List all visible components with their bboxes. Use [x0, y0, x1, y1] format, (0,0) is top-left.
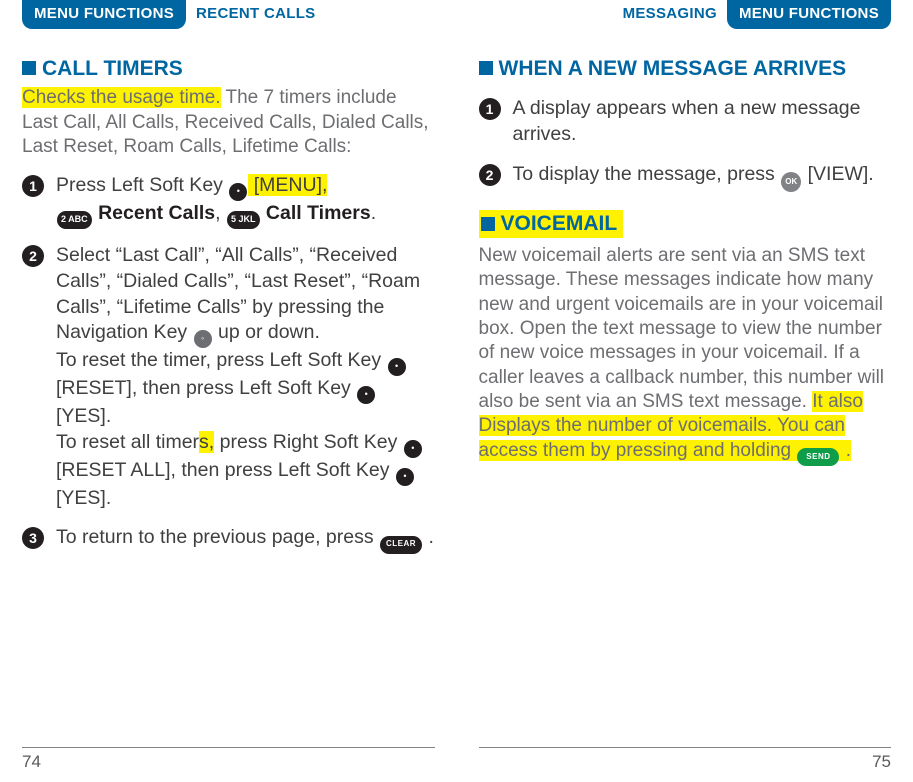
- step3-text-a: To return to the previous page, press: [56, 526, 379, 548]
- step-number-icon: 1: [479, 98, 501, 120]
- menu-functions-tab-right: MENU FUNCTIONS: [727, 0, 891, 29]
- left-content: CALL TIMERS Checks the usage time. The 7…: [22, 56, 435, 768]
- soft-key-icon: •: [388, 358, 406, 376]
- call-timers-intro: Checks the usage time. The 7 timers incl…: [22, 86, 435, 159]
- step1-highlight: [MENU],: [248, 174, 327, 196]
- soft-key-icon: •: [396, 468, 414, 486]
- step1-bold-a: Recent Calls: [93, 202, 215, 224]
- right-content: WHEN A NEW MESSAGE ARRIVES 1 A display a…: [479, 56, 892, 768]
- step-2: 2 Select “Last Call”, “All Calls”, “Rece…: [22, 243, 435, 511]
- step2-text-e: [YES].: [56, 405, 111, 427]
- voicemail-title: VOICEMAIL: [501, 212, 618, 236]
- step-3-body: To return to the previous page, press CL…: [56, 525, 434, 553]
- send-key-icon: SEND: [797, 448, 839, 466]
- step1-bold-b: Call Timers: [261, 202, 371, 224]
- left-header: MENU FUNCTIONS RECENT CALLS: [22, 0, 435, 34]
- soft-key-icon: •: [357, 386, 375, 404]
- right-header: MESSAGING MENU FUNCTIONS: [479, 0, 892, 34]
- call-timers-heading: CALL TIMERS: [22, 56, 435, 82]
- step1-text-a: Press Left Soft Key: [56, 174, 228, 196]
- r-step2-text-a: To display the message, press: [513, 163, 781, 185]
- step2-text-i: [RESET ALL], then press Left Soft Key: [56, 459, 395, 481]
- step-number-icon: 2: [22, 245, 44, 267]
- step1-text-f: .: [371, 202, 376, 224]
- r-step-1: 1 A display appears when a new message a…: [479, 96, 892, 147]
- intro-highlight: Checks the usage time.: [22, 87, 221, 108]
- step2-text-f: To reset all timer: [56, 431, 199, 453]
- page-number-right: 75: [872, 752, 891, 772]
- step-3: 3 To return to the previous page, press …: [22, 525, 435, 553]
- step-number-icon: 1: [22, 175, 44, 197]
- menu-functions-tab-left: MENU FUNCTIONS: [22, 0, 186, 29]
- vm-text-a: New voicemail alerts are sent via an SMS…: [479, 245, 885, 412]
- page-number-left: 74: [22, 752, 41, 772]
- square-bullet-icon: [479, 61, 493, 75]
- step2-text-d: [RESET], then press Left Soft Key: [56, 377, 356, 399]
- square-bullet-icon: [22, 61, 36, 75]
- navigation-key-icon: ◦: [194, 330, 212, 348]
- step2-highlight: s,: [199, 431, 214, 453]
- vm-highlight-2: .: [840, 440, 851, 461]
- messaging-label: MESSAGING: [613, 0, 727, 22]
- r-step-1-body: A display appears when a new message arr…: [513, 96, 892, 147]
- recent-calls-label: RECENT CALLS: [186, 0, 325, 22]
- call-timers-title: CALL TIMERS: [42, 56, 183, 82]
- step-number-icon: 2: [479, 164, 501, 186]
- r-step-2-body: To display the message, press OK [VIEW].: [513, 162, 874, 192]
- step2-text-h: press Right Soft Key: [214, 431, 403, 453]
- voicemail-paragraph: New voicemail alerts are sent via an SMS…: [479, 244, 892, 466]
- right-page: MESSAGING MENU FUNCTIONS WHEN A NEW MESS…: [457, 0, 913, 782]
- left-page: MENU FUNCTIONS RECENT CALLS CALL TIMERS …: [0, 0, 457, 782]
- step3-text-b: .: [423, 526, 434, 548]
- square-bullet-icon: [481, 217, 495, 231]
- voicemail-heading: VOICEMAIL: [479, 210, 624, 238]
- new-message-title: WHEN A NEW MESSAGE ARRIVES: [499, 56, 847, 82]
- new-message-heading: WHEN A NEW MESSAGE ARRIVES: [479, 56, 892, 82]
- step2-text-c: To reset the timer, press Left Soft Key: [56, 349, 387, 371]
- step-2-body: Select “Last Call”, “All Calls”, “Receiv…: [56, 243, 435, 511]
- clear-key-icon: CLEAR: [380, 536, 422, 554]
- step1-text-d: ,: [215, 202, 226, 224]
- r-step-2: 2 To display the message, press OK [VIEW…: [479, 162, 892, 192]
- ok-key-icon: OK: [781, 172, 801, 192]
- footer-rule: [22, 747, 435, 748]
- vm-highlight-icon-wrap: SEND: [796, 440, 840, 461]
- step-1: 1 Press Left Soft Key • [MENU], 2 ABC Re…: [22, 173, 435, 229]
- key-5-icon: 5 JKL: [227, 211, 260, 229]
- r-step2-text-b: [VIEW].: [802, 163, 874, 185]
- step-number-icon: 3: [22, 527, 44, 549]
- soft-key-icon: •: [229, 183, 247, 201]
- soft-key-icon: •: [404, 440, 422, 458]
- footer-rule: [479, 747, 892, 748]
- step2-text-j: [YES].: [56, 487, 111, 509]
- step2-text-b: up or down.: [213, 321, 320, 343]
- key-2-icon: 2 ABC: [57, 211, 92, 229]
- step-1-body: Press Left Soft Key • [MENU], 2 ABC Rece…: [56, 173, 376, 229]
